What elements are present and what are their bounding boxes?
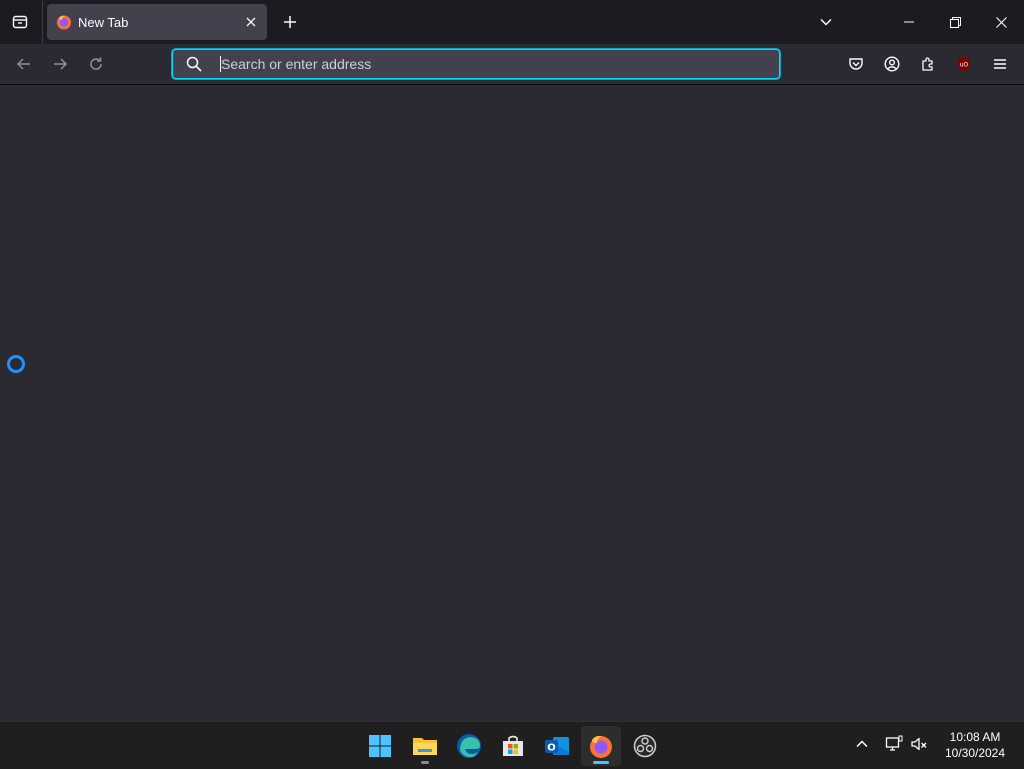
minimize-icon [904,21,914,23]
firefox-view-button[interactable] [4,6,36,38]
reload-button[interactable] [80,48,112,80]
start-button[interactable] [360,726,400,766]
tab-new-tab[interactable]: New Tab [47,4,267,40]
search-icon [185,55,203,73]
clock[interactable]: 10:08 AM 10/30/2024 [936,729,1014,761]
navigation-toolbar: uO [0,44,1024,84]
puzzle-piece-icon [922,57,933,71]
taskbar-file-explorer[interactable] [405,726,445,766]
start-icon [369,735,391,757]
outlook-icon: O [545,737,569,755]
loading-spinner-icon [7,355,25,373]
tab-title: New Tab [78,14,129,30]
app-menu-button[interactable] [984,48,1016,80]
tab-close-button[interactable] [239,10,263,34]
url-bar[interactable] [172,49,780,79]
taskbar-microsoft-store[interactable] [493,726,533,766]
account-button[interactable] [876,48,908,80]
firefox-favicon-icon [56,14,72,30]
svg-text:uO: uO [960,62,969,69]
address-input[interactable] [221,56,761,72]
arrow-left-icon [16,58,30,70]
taskbar-firefox[interactable] [581,726,621,766]
reload-icon [90,57,102,70]
taskbar: O 10:08 AM 10/30/2024 [0,721,1024,769]
restore-icon [949,16,961,28]
volume-button[interactable] [907,732,931,756]
page-content[interactable] [0,85,1024,721]
list-all-tabs-button[interactable] [810,6,842,38]
network-icon [885,735,903,751]
edge-icon [457,734,481,758]
chevron-up-icon [856,740,868,748]
show-hidden-icons-button[interactable] [850,732,874,756]
network-button[interactable] [882,732,906,756]
clock-time: 10:08 AM [949,730,1001,744]
restore-button[interactable] [932,0,978,44]
firefox-view-icon [12,15,28,29]
ublock-origin-icon: uO [958,57,970,71]
ublock-origin-button[interactable]: uO [948,48,980,80]
minimize-button[interactable] [886,0,932,44]
taskbar-outlook[interactable]: O [537,726,577,766]
plus-icon [284,16,296,28]
close-icon [995,16,1007,28]
new-tab-button[interactable] [274,6,306,38]
taskbar-obs-studio[interactable] [625,726,665,766]
svg-text:O: O [547,743,556,754]
pocket-button[interactable] [840,48,872,80]
running-indicator [421,761,429,764]
account-icon [884,56,900,72]
firefox-icon [590,735,612,758]
back-button[interactable] [8,48,40,80]
pocket-icon [849,58,863,70]
microsoft-store-icon [503,735,523,756]
arrow-right-icon [54,58,68,70]
chevron-down-icon [820,18,832,26]
running-indicator [593,761,609,764]
close-window-button[interactable] [978,0,1024,44]
volume-muted-icon [911,737,927,751]
forward-button[interactable] [44,48,76,80]
close-icon [246,17,256,27]
obs-studio-icon [633,734,657,758]
taskbar-edge[interactable] [449,726,489,766]
clock-date: 10/30/2024 [944,746,1006,760]
title-bar: New Tab [0,0,1024,44]
hamburger-menu-icon [994,59,1006,69]
extensions-button[interactable] [912,48,944,80]
file-explorer-icon [413,738,437,755]
tab-separator [42,0,43,44]
